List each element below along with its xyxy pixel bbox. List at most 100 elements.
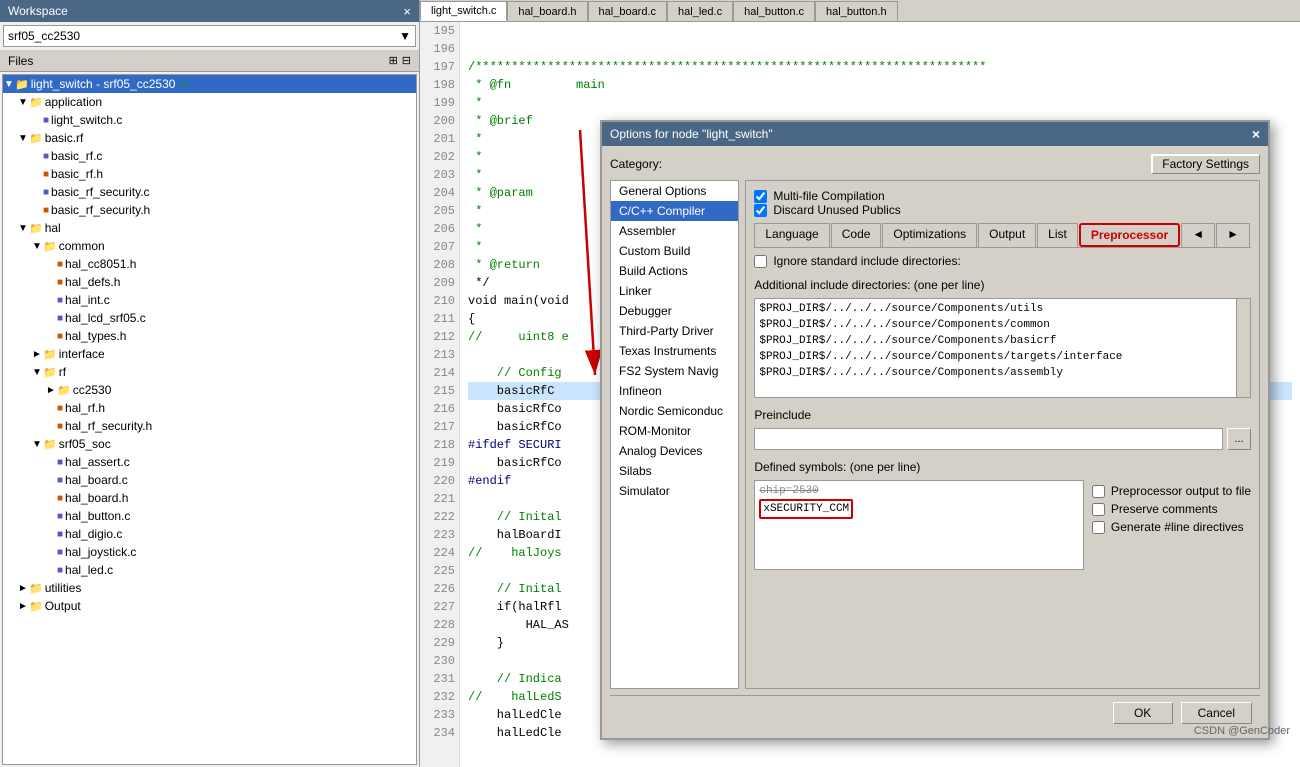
tab-hal_board_h[interactable]: hal_board.h	[507, 1, 587, 21]
dialog-close-btn[interactable]: ×	[1252, 126, 1260, 142]
settings-tab-language[interactable]: Language	[754, 223, 829, 247]
tree-item-basic_rf_sec_h[interactable]: ■basic_rf_security.h	[3, 201, 416, 219]
tree-item-basic_rf[interactable]: ▼📁basic.rf	[3, 129, 416, 147]
line-number-198: 198	[424, 76, 455, 94]
line-number-222: 222	[424, 508, 455, 526]
settings-tab-code[interactable]: Code	[831, 223, 882, 247]
tree-item-hal_board_c[interactable]: ■hal_board.c	[3, 471, 416, 489]
category-item-simulator[interactable]: Simulator	[611, 481, 738, 501]
tree-item-srf05_soc[interactable]: ▼📁srf05_soc	[3, 435, 416, 453]
settings-tab-optimizations[interactable]: Optimizations	[882, 223, 977, 247]
tree-label-basic_rf_sec_c: basic_rf_security.c	[51, 185, 149, 199]
category-item-assembler[interactable]: Assembler	[611, 221, 738, 241]
line-number-219: 219	[424, 454, 455, 472]
dialog-content: General OptionsC/C++ CompilerAssemblerCu…	[610, 180, 1260, 689]
category-item-analog_devices[interactable]: Analog Devices	[611, 441, 738, 461]
include-dirs-box[interactable]: $PROJ_DIR$/../../../source/Components/ut…	[754, 298, 1251, 398]
code-line-196	[468, 40, 1292, 58]
category-item-build_actions[interactable]: Build Actions	[611, 261, 738, 281]
ok-btn[interactable]: OK	[1113, 702, 1173, 724]
category-item-silabs[interactable]: Silabs	[611, 461, 738, 481]
files-label: Files	[8, 54, 33, 68]
ignore-include-checkbox[interactable]	[754, 255, 767, 268]
settings-tab-output[interactable]: Output	[978, 223, 1036, 247]
tree-item-utilities[interactable]: ►📁utilities	[3, 579, 416, 597]
tree-item-basic_rf_h[interactable]: ■basic_rf.h	[3, 165, 416, 183]
workspace-dropdown[interactable]: srf05_cc2530 ▼	[3, 25, 416, 47]
category-item-texas_instruments[interactable]: Texas Instruments	[611, 341, 738, 361]
tree-item-hal_lcd_h[interactable]: ■hal_lcd_srf05.c	[3, 309, 416, 327]
tab-hal_button_h[interactable]: hal_button.h	[815, 1, 898, 21]
tree-item-hal_types_h[interactable]: ■hal_types.h	[3, 327, 416, 345]
category-item-infineon[interactable]: Infineon	[611, 381, 738, 401]
category-item-third-party_driver[interactable]: Third-Party Driver	[611, 321, 738, 341]
tree-item-hal_cc8051_h[interactable]: ■hal_cc8051.h	[3, 255, 416, 273]
tab-light_switch_c[interactable]: light_switch.c	[420, 1, 507, 21]
cancel-btn[interactable]: Cancel	[1181, 702, 1252, 724]
files-icon-2[interactable]: ⊟	[402, 54, 411, 67]
category-item-nordic_semiconduc[interactable]: Nordic Semiconduc	[611, 401, 738, 421]
settings-tab-preprocessor[interactable]: Preprocessor	[1079, 223, 1180, 247]
line-number-231: 231	[424, 670, 455, 688]
tree-item-app[interactable]: ▼📁application	[3, 93, 416, 111]
settings-tab-_[interactable]: ◄	[1181, 223, 1215, 247]
category-item-c/c++_compiler[interactable]: C/C++ Compiler	[611, 201, 738, 221]
factory-settings-btn[interactable]: Factory Settings	[1151, 154, 1260, 174]
watermark: CSDN @GenCoder	[1194, 725, 1290, 737]
category-item-fs2_system_navig[interactable]: FS2 System Navig	[611, 361, 738, 381]
line-number-212: 212	[424, 328, 455, 346]
category-item-linker[interactable]: Linker	[611, 281, 738, 301]
tree-item-hal_led_c[interactable]: ■hal_led.c	[3, 561, 416, 579]
category-item-general_options[interactable]: General Options	[611, 181, 738, 201]
output-option-checkbox[interactable]	[1092, 503, 1105, 516]
tree-label-basic_rf: basic.rf	[45, 131, 84, 145]
tree-item-basic_rf_sec_c[interactable]: ■basic_rf_security.c	[3, 183, 416, 201]
tree-item-common[interactable]: ▼📁common	[3, 237, 416, 255]
tree-item-light_switch_c[interactable]: ■light_switch.c	[3, 111, 416, 129]
tab-hal_board_c[interactable]: hal_board.c	[588, 1, 668, 21]
tree-item-hal_digio_c[interactable]: ■hal_digio.c	[3, 525, 416, 543]
workspace-title-label: Workspace	[8, 4, 68, 18]
workspace-close-btn[interactable]: ×	[403, 4, 411, 19]
tree-item-hal_button_c[interactable]: ■hal_button.c	[3, 507, 416, 525]
tree-item-hal_assert_c[interactable]: ■hal_assert.c	[3, 453, 416, 471]
line-number-221: 221	[424, 490, 455, 508]
tree-label-cc2530: cc2530	[73, 383, 112, 397]
checkbox-multi-file_compilation[interactable]	[754, 190, 767, 203]
symbols-box[interactable]: chip=2530xSECURITY_CCM	[754, 480, 1084, 570]
output-option-label: Generate #line directives	[1111, 520, 1244, 534]
tree-label-basic_rf_c: basic_rf.c	[51, 149, 102, 163]
category-item-custom_build[interactable]: Custom Build	[611, 241, 738, 261]
tab-hal_led_c[interactable]: hal_led.c	[667, 1, 733, 21]
browse-btn[interactable]: ...	[1227, 428, 1251, 450]
settings-tab-list[interactable]: List	[1037, 223, 1078, 247]
tree-item-hal_rf_sec_h[interactable]: ■hal_rf_security.h	[3, 417, 416, 435]
output-option-checkbox[interactable]	[1092, 485, 1105, 498]
settings-tab-_[interactable]: ►	[1216, 223, 1250, 247]
category-item-debugger[interactable]: Debugger	[611, 301, 738, 321]
tree-item-cc2530[interactable]: ►📁cc2530	[3, 381, 416, 399]
dialog-title-bar: Options for node "light_switch" ×	[602, 122, 1268, 146]
tree-item-hal_joystick_c[interactable]: ■hal_joystick.c	[3, 543, 416, 561]
output-option-checkbox[interactable]	[1092, 521, 1105, 534]
tree-item-root[interactable]: ▼📁light_switch - srf05_cc2530✓	[3, 75, 416, 93]
line-number-224: 224	[424, 544, 455, 562]
tree-item-rf[interactable]: ▼📁rf	[3, 363, 416, 381]
tree-item-hal_int_c[interactable]: ■hal_int.c	[3, 291, 416, 309]
files-icon-1[interactable]: ⊞	[389, 54, 398, 67]
tree-item-hal_defs_h[interactable]: ■hal_defs.h	[3, 273, 416, 291]
tree-item-basic_rf_c[interactable]: ■basic_rf.c	[3, 147, 416, 165]
line-number-229: 229	[424, 634, 455, 652]
tree-item-interface[interactable]: ►📁interface	[3, 345, 416, 363]
tree-label-hal_lcd_h: hal_lcd_srf05.c	[65, 311, 146, 325]
checkbox-label: Multi-file Compilation	[773, 189, 884, 203]
tree-item-hal_board_h[interactable]: ■hal_board.h	[3, 489, 416, 507]
options-dialog: Options for node "light_switch" × Catego…	[600, 120, 1270, 740]
tree-item-hal[interactable]: ▼📁hal	[3, 219, 416, 237]
category-item-rom-monitor[interactable]: ROM-Monitor	[611, 421, 738, 441]
tree-item-output[interactable]: ►📁Output	[3, 597, 416, 615]
preinclude-input[interactable]	[754, 428, 1223, 450]
tab-hal_button_c[interactable]: hal_button.c	[733, 1, 815, 21]
tree-item-hal_rf_h[interactable]: ■hal_rf.h	[3, 399, 416, 417]
checkbox-discard_unused_publics[interactable]	[754, 204, 767, 217]
